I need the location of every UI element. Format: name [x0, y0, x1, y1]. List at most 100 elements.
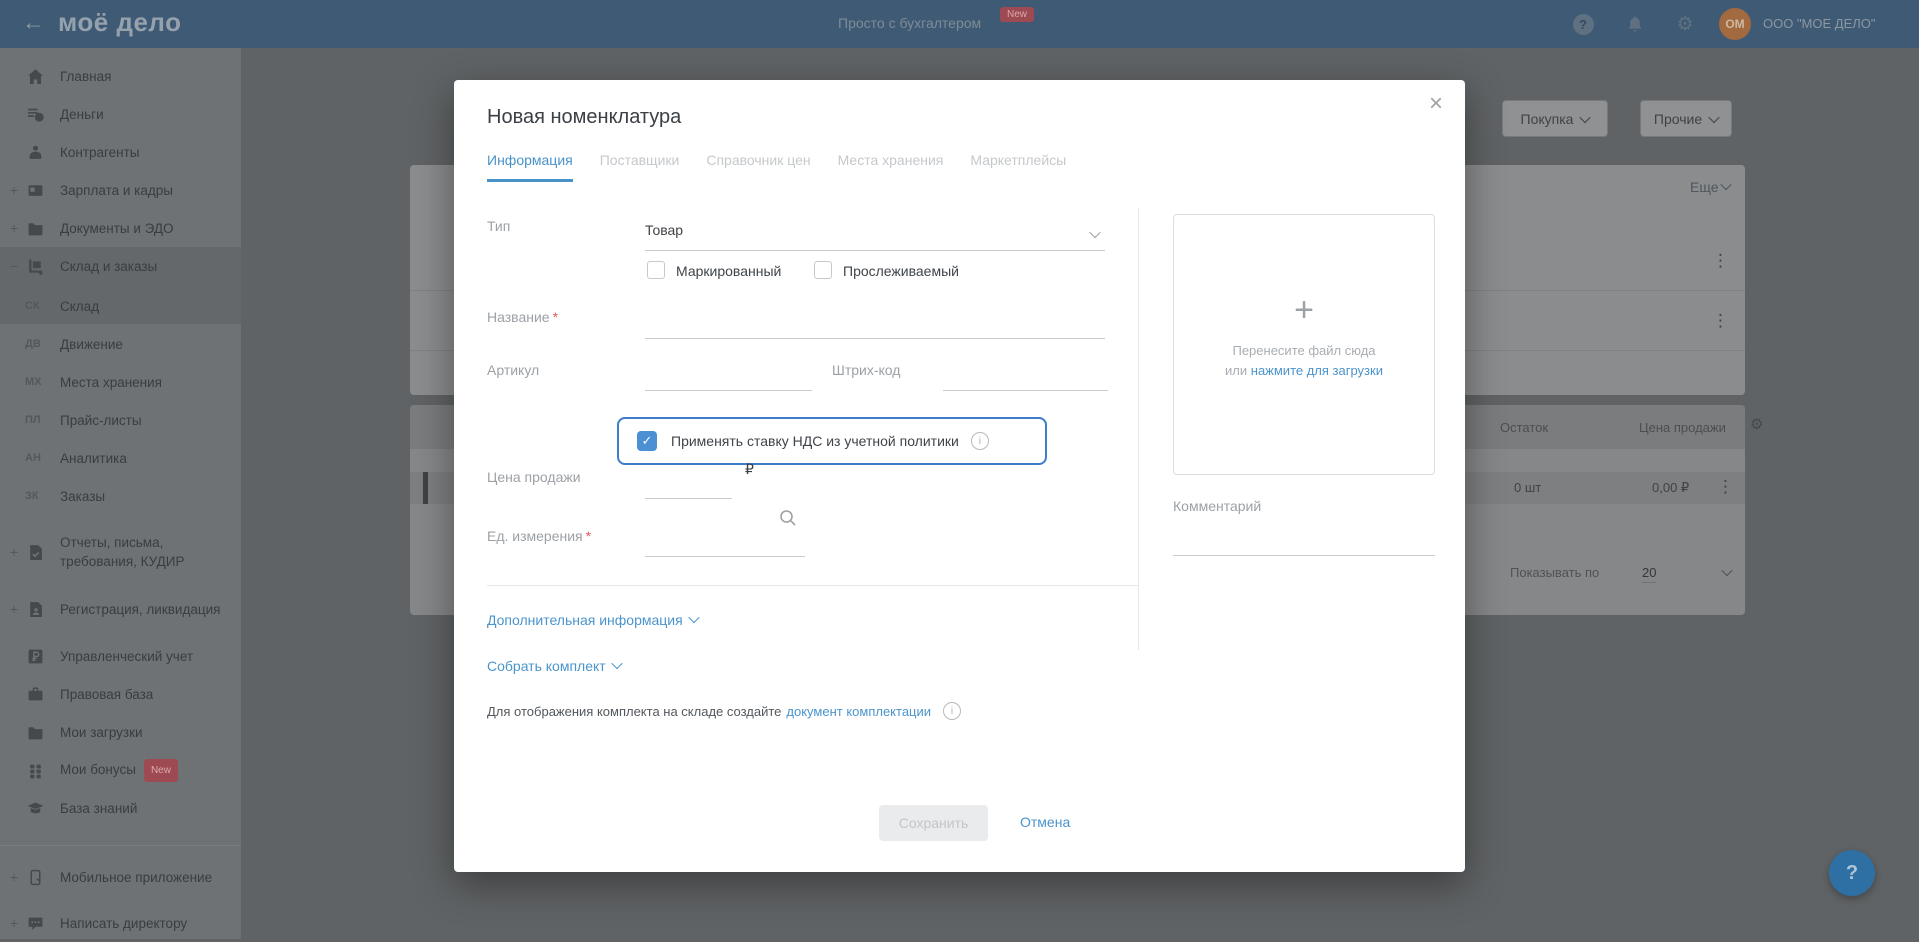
required-asterisk: *	[585, 528, 592, 544]
image-upload-dropzone[interactable]: + Перенесите файл сюда или нажмите для з…	[1173, 214, 1435, 475]
additional-info-toggle[interactable]: Дополнительная информация	[487, 611, 700, 628]
barcode-label: Штрих-код	[832, 362, 901, 378]
sidebar-item-bonuses[interactable]: Мои бонусы New	[0, 751, 241, 789]
sidebar-item-salary[interactable]: + Зарплата и кадры	[0, 171, 241, 209]
kebab-menu-icon[interactable]: ⋮	[1712, 312, 1729, 329]
type-select[interactable]: Товар	[645, 222, 1105, 251]
sidebar-item-registration[interactable]: + Регистрация, ликвидация	[0, 587, 241, 631]
close-icon[interactable]: ×	[1422, 90, 1450, 118]
sidebar-item-pricelists[interactable]: ПЛ Прайс-листы	[0, 401, 241, 439]
barcode-input[interactable]	[943, 364, 1108, 391]
expand-plus-icon[interactable]: +	[7, 182, 21, 198]
bell-icon[interactable]	[1624, 13, 1646, 35]
comment-input[interactable]	[1173, 529, 1435, 556]
grid-dots-icon	[25, 762, 45, 779]
tab-information[interactable]: Информация	[487, 152, 573, 182]
folder-icon	[25, 220, 45, 237]
marked-checkbox-label[interactable]: Маркированный	[676, 263, 781, 279]
folder-icon	[25, 724, 45, 741]
sidebar-item-reports[interactable]: + Отчеты, письма, требования, КУДИР	[0, 530, 241, 574]
name-input[interactable]	[645, 312, 1105, 339]
expand-plus-icon[interactable]: +	[7, 869, 21, 885]
chevron-down-icon	[1708, 111, 1720, 123]
kebab-menu-icon[interactable]: ⋮	[1712, 252, 1729, 269]
more-link[interactable]: Еще	[1690, 178, 1733, 195]
sidebar-item-legal[interactable]: Правовая база	[0, 675, 241, 713]
assemble-kit-toggle[interactable]: Собрать комплект	[487, 657, 623, 674]
purchase-dropdown-button[interactable]: Покупка	[1502, 100, 1608, 137]
document-person-icon	[25, 601, 45, 618]
sidebar-item-storage-places[interactable]: МХ Места хранения	[0, 363, 241, 401]
info-icon[interactable]: i	[943, 702, 962, 720]
collapse-minus-icon[interactable]: −	[7, 258, 21, 274]
expand-plus-icon[interactable]: +	[7, 915, 21, 931]
unit-input[interactable]	[645, 530, 805, 557]
article-input[interactable]	[645, 364, 812, 391]
kit-document-link[interactable]: документ комплектации	[786, 704, 931, 719]
ruble-chart-icon	[25, 648, 45, 665]
expand-plus-icon[interactable]: +	[7, 220, 21, 236]
expand-plus-icon[interactable]: +	[7, 544, 21, 560]
column-header-stock[interactable]: Остаток	[1500, 420, 1548, 435]
tab-marketplaces[interactable]: Маркетплейсы	[970, 152, 1066, 182]
unit-label: Ед. измерения *	[487, 528, 592, 544]
sidebar: Главная Деньги Контрагенты + Зарплата и …	[0, 48, 241, 939]
traceable-checkbox-label[interactable]: Прослеживаемый	[843, 263, 959, 279]
page-size-select[interactable]: 20	[1642, 565, 1657, 583]
upload-click-link[interactable]: нажмите для загрузки	[1251, 363, 1383, 378]
tab-suppliers[interactable]: Поставщики	[600, 152, 680, 182]
sidebar-item-main[interactable]: Главная	[0, 57, 241, 95]
column-header-price[interactable]: Цена продажи	[1639, 420, 1726, 435]
sidebar-item-warehouse[interactable]: − Склад и заказы	[0, 247, 241, 285]
info-icon[interactable]: i	[970, 432, 989, 450]
price-input[interactable]	[645, 472, 732, 499]
back-arrow-icon[interactable]: ←	[22, 9, 45, 36]
sidebar-item-knowledge[interactable]: База знаний	[0, 789, 241, 827]
vat-checkbox-label[interactable]: Применять ставку НДС из учетной политики	[671, 433, 959, 449]
save-button[interactable]: Сохранить	[879, 805, 988, 841]
help-icon[interactable]: ?	[1572, 13, 1594, 35]
table-settings-gear-icon[interactable]: ⚙	[1750, 417, 1763, 432]
vat-checkbox-checked[interactable]: ✓	[637, 431, 657, 451]
sidebar-item-movement[interactable]: ДВ Движение	[0, 325, 241, 363]
row-price-value: 0,00 ₽	[1652, 480, 1690, 495]
cancel-button[interactable]: Отмена	[1020, 814, 1070, 830]
avatar[interactable]: ОМ	[1719, 8, 1751, 40]
sidebar-item-write-director[interactable]: + Написать директору	[0, 904, 241, 942]
phone-icon	[25, 869, 45, 886]
sidebar-item-contractors[interactable]: Контрагенты	[0, 133, 241, 171]
sidebar-item-orders[interactable]: ЗК Заказы	[0, 477, 241, 515]
sidebar-item-management[interactable]: Управленческий учет	[0, 637, 241, 675]
chevron-down-icon[interactable]	[1721, 564, 1733, 577]
tab-price-directory[interactable]: Справочник цен	[706, 152, 810, 182]
sidebar-item-analytics[interactable]: АН Аналитика	[0, 439, 241, 477]
name-label: Название *	[487, 309, 559, 325]
promo-new-badge: New	[1000, 7, 1035, 22]
home-icon	[25, 68, 45, 85]
help-fab-button[interactable]: ?	[1829, 850, 1875, 896]
app-logo[interactable]: моё дело	[58, 7, 181, 38]
kebab-menu-icon[interactable]: ⋮	[1717, 478, 1734, 495]
sidebar-item-documents[interactable]: + Документы и ЭДО	[0, 209, 241, 247]
traceable-checkbox[interactable]	[814, 261, 832, 279]
expand-plus-icon[interactable]: +	[7, 601, 21, 617]
document-check-icon	[25, 544, 45, 561]
gear-icon[interactable]: ⚙	[1674, 13, 1696, 35]
sidebar-divider	[0, 845, 241, 846]
plus-icon: +	[1294, 291, 1314, 329]
modal-title: Новая номенклатура	[487, 106, 682, 128]
row-stock-value: 0 шт	[1514, 480, 1542, 495]
handtruck-icon	[25, 258, 45, 275]
sidebar-item-sklad[interactable]: СК Склад	[0, 287, 241, 325]
sidebar-item-mobile-app[interactable]: + Мобильное приложение	[0, 855, 241, 899]
sidebar-item-downloads[interactable]: Мои загрузки	[0, 713, 241, 751]
company-name[interactable]: ООО "МОЕ ДЕЛО"	[1763, 16, 1876, 31]
sidebar-item-money[interactable]: Деньги	[0, 95, 241, 133]
tab-storage-places[interactable]: Места хранения	[838, 152, 944, 182]
type-label: Тип	[487, 218, 511, 234]
upload-drag-text: Перенесите файл сюда	[1232, 343, 1376, 358]
selected-row-indicator	[423, 472, 428, 504]
other-dropdown-button[interactable]: Прочие	[1640, 100, 1732, 137]
chevron-down-icon	[611, 657, 623, 670]
marked-checkbox[interactable]	[647, 261, 665, 279]
